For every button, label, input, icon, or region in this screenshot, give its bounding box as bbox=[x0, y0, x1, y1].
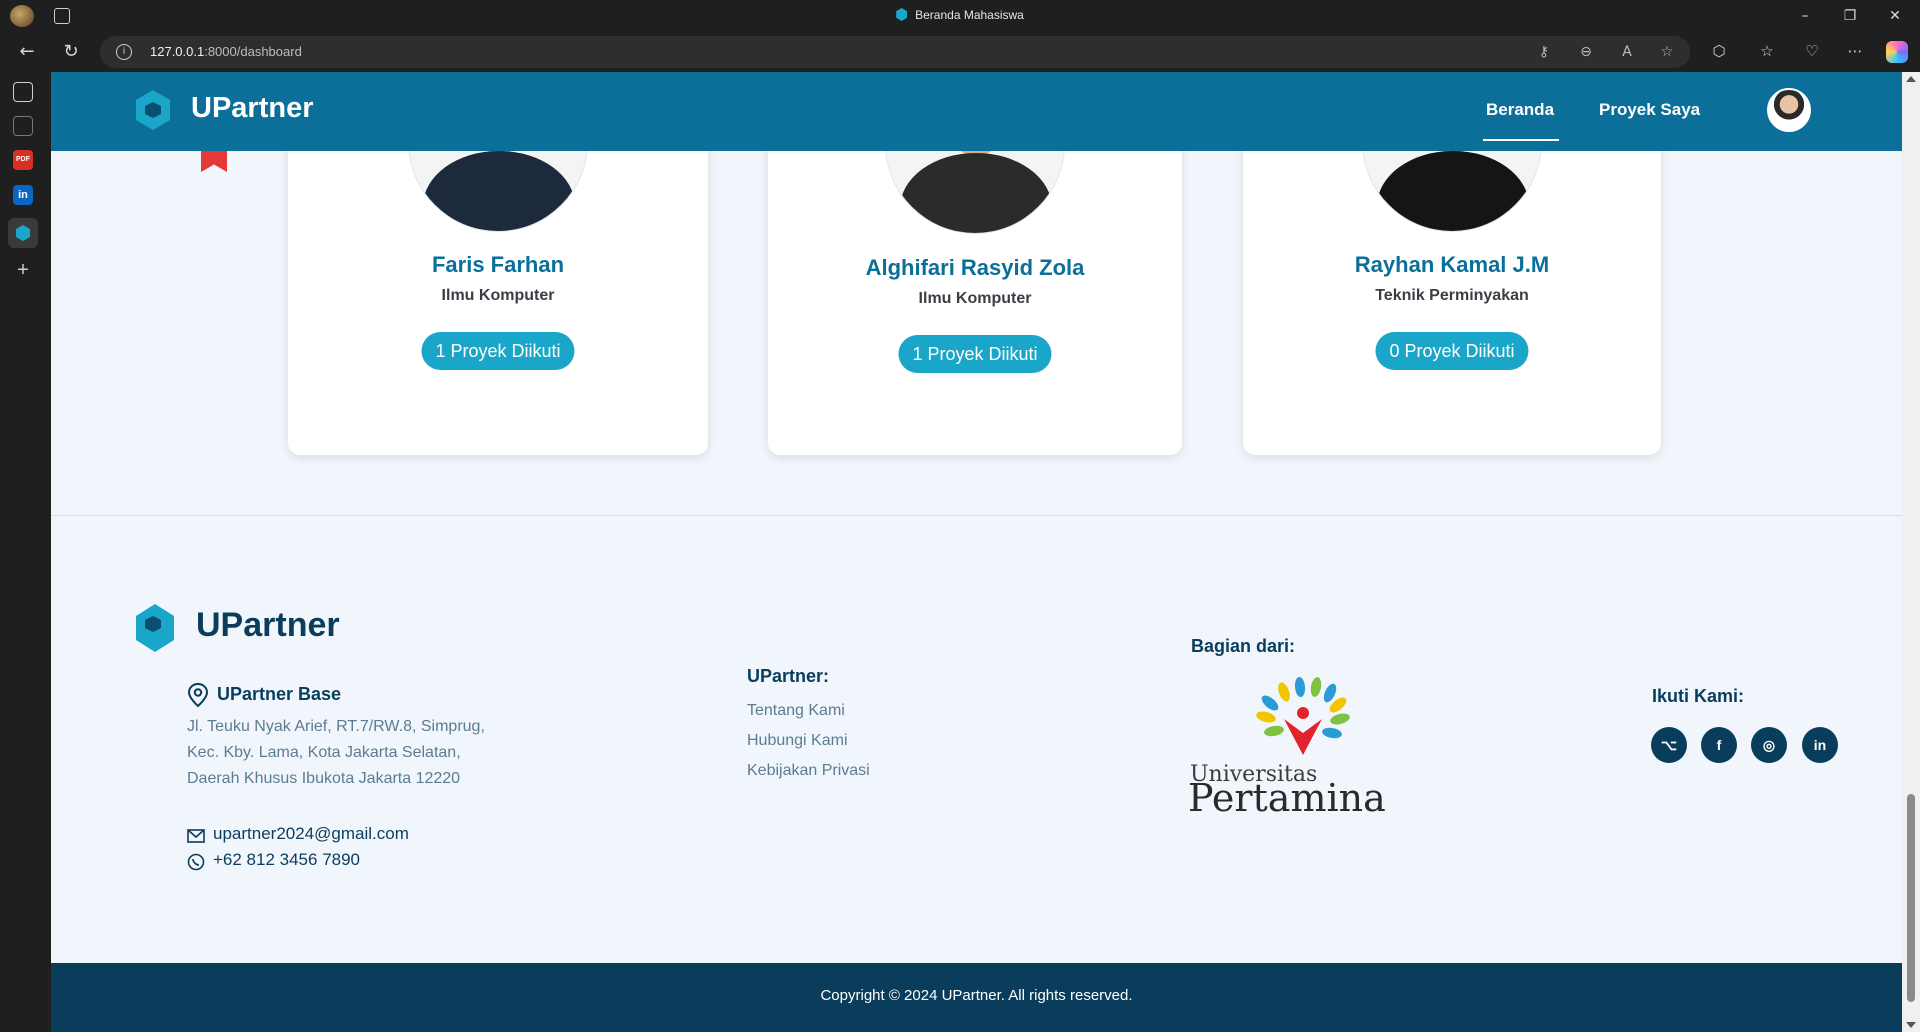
browser-essentials-icon[interactable]: ♡ bbox=[1801, 40, 1823, 62]
location-pin-icon bbox=[187, 683, 209, 707]
header-brand[interactable]: UPartner bbox=[191, 92, 314, 125]
upartner-tab-icon[interactable] bbox=[8, 218, 38, 248]
collections-icon[interactable] bbox=[13, 116, 33, 136]
footer-link-hubungi-kami[interactable]: Hubungi Kami bbox=[747, 732, 848, 750]
tab-list-icon[interactable] bbox=[13, 82, 33, 102]
footer-link-tentang-kami[interactable]: Tentang Kami bbox=[747, 702, 845, 720]
linkedin-tab-icon[interactable]: in bbox=[13, 185, 33, 205]
add-tab-icon[interactable]: + bbox=[13, 260, 33, 280]
nav-beranda[interactable]: Beranda bbox=[1486, 100, 1554, 120]
facebook-icon[interactable]: f bbox=[1701, 727, 1737, 763]
restore-button[interactable]: ❐ bbox=[1835, 6, 1865, 26]
url-text[interactable]: 127.0.0.1:8000/dashboard bbox=[150, 44, 302, 59]
footer-link-kebijakan-privasi[interactable]: Kebijakan Privasi bbox=[747, 762, 870, 780]
part-of-title: Bagian dari: bbox=[1191, 636, 1296, 656]
member-name: Rayhan Kamal J.M bbox=[1354, 252, 1550, 277]
browser-toolbar: ← ↻ i 127.0.0.1:8000/dashboard ⚷ ⊖ A ☆ bbox=[0, 32, 1920, 72]
projects-followed-badge[interactable]: 0 Proyek Diikuti bbox=[1375, 332, 1529, 370]
page-scrollbar[interactable] bbox=[1902, 72, 1920, 1032]
read-aloud-icon[interactable]: A bbox=[1618, 43, 1636, 61]
site-info-icon[interactable]: i bbox=[116, 44, 132, 60]
base-title: UPartner Base bbox=[217, 684, 342, 704]
footer-logo-icon bbox=[136, 604, 174, 652]
key-icon[interactable]: ⚷ bbox=[1535, 43, 1553, 61]
window-titlebar: Beranda Mahasiswa – ❐ ✕ bbox=[0, 0, 1920, 32]
scroll-up-arrow[interactable] bbox=[1906, 76, 1916, 82]
copyright-text: Copyright © 2024 UPartner. All rights re… bbox=[820, 987, 1133, 1004]
user-avatar[interactable] bbox=[1767, 88, 1811, 132]
member-major: Teknik Perminyakan bbox=[1375, 287, 1529, 304]
address-line: Jl. Teuku Nyak Arief, RT.7/RW.8, Simprug… bbox=[187, 718, 485, 735]
member-name: Faris Farhan bbox=[431, 252, 565, 277]
site-header: UPartner Beranda Proyek Saya bbox=[51, 72, 1902, 151]
window-title: Beranda Mahasiswa bbox=[0, 8, 1920, 22]
address-line: Daerah Khusus Ibukota Jakarta 12220 bbox=[187, 770, 461, 787]
projects-followed-badge[interactable]: 1 Proyek Diikuti bbox=[421, 332, 575, 370]
footer-phone[interactable]: +62 812 3456 7890 bbox=[213, 850, 360, 870]
university-name-line2: Pertamina bbox=[1188, 776, 1386, 820]
mail-icon bbox=[187, 829, 205, 843]
links-title: UPartner: bbox=[747, 666, 830, 686]
scroll-down-arrow[interactable] bbox=[1906, 1022, 1916, 1028]
refresh-button[interactable]: ↻ bbox=[58, 40, 84, 64]
zoom-out-icon[interactable]: ⊖ bbox=[1577, 43, 1595, 61]
browser-sidebar: PDF in + bbox=[0, 72, 51, 1032]
site-favicon-icon bbox=[896, 8, 908, 21]
member-name: Alghifari Rasyid Zola bbox=[865, 255, 1085, 280]
address-line: Kec. Kby. Lama, Kota Jakarta Selatan, bbox=[187, 744, 461, 761]
section-divider bbox=[51, 515, 1902, 516]
favorites-icon[interactable]: ☆ bbox=[1756, 40, 1778, 62]
upartner-logo-icon[interactable] bbox=[136, 90, 170, 130]
footer-brand: UPartner bbox=[196, 606, 340, 644]
active-nav-indicator bbox=[1483, 139, 1559, 141]
follow-title: Ikuti Kami: bbox=[1652, 686, 1745, 706]
whatsapp-icon bbox=[187, 853, 205, 871]
favorite-star-icon[interactable]: ☆ bbox=[1658, 43, 1676, 61]
projects-followed-badge[interactable]: 1 Proyek Diikuti bbox=[898, 335, 1052, 373]
back-button[interactable]: ← bbox=[14, 40, 40, 64]
footer-email[interactable]: upartner2024@gmail.com bbox=[213, 824, 409, 844]
instagram-icon[interactable]: ◎ bbox=[1751, 727, 1787, 763]
address-bar[interactable]: i 127.0.0.1:8000/dashboard ⚷ ⊖ A ☆ bbox=[100, 36, 1690, 68]
copyright-bar: Copyright © 2024 UPartner. All rights re… bbox=[51, 963, 1902, 1032]
extensions-icon[interactable]: ⬡ bbox=[1708, 40, 1730, 62]
more-options-icon[interactable]: ⋯ bbox=[1844, 40, 1866, 62]
copilot-icon[interactable] bbox=[1886, 41, 1908, 63]
scrollbar-thumb[interactable] bbox=[1907, 794, 1915, 1002]
member-major: Ilmu Komputer bbox=[918, 290, 1032, 307]
github-icon[interactable]: ⌥ bbox=[1651, 727, 1687, 763]
minimize-button[interactable]: – bbox=[1790, 6, 1820, 26]
pdf-tab-icon[interactable]: PDF bbox=[13, 150, 33, 170]
linkedin-icon[interactable]: in bbox=[1802, 727, 1838, 763]
page-viewport: Faris Farhan Ilmu Komputer 1 Proyek Diik… bbox=[51, 72, 1902, 1032]
nav-proyek-saya[interactable]: Proyek Saya bbox=[1599, 100, 1700, 120]
member-major: Ilmu Komputer bbox=[441, 287, 555, 304]
close-button[interactable]: ✕ bbox=[1880, 6, 1910, 26]
